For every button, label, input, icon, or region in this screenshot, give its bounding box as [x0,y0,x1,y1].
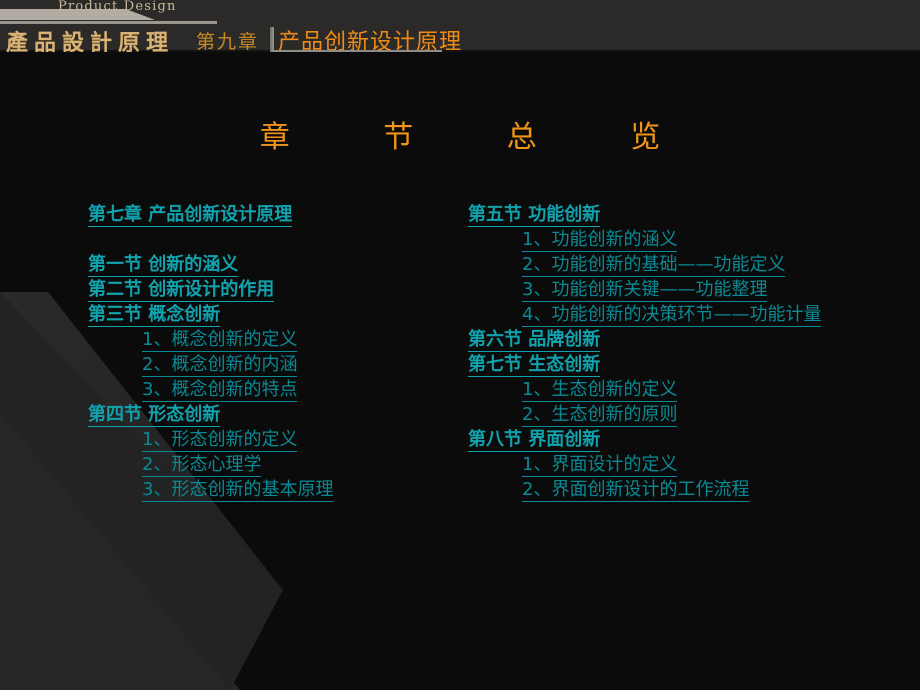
toc-item-label[interactable]: 第七节 生态创新 [468,353,601,377]
toc-subsection-item: 1、界面设计的定义 [468,452,908,477]
chapter-title: 产品创新设计原理 [278,30,463,52]
toc-subsection-item: 2、功能创新的基础——功能定义 [468,252,908,277]
toc-item-label[interactable]: 1、形态创新的定义 [142,428,298,452]
chapter-number: 第九章 [196,31,260,52]
toc-subsection-item: 2、界面创新设计的工作流程 [468,477,908,502]
product-design-label: Product Design [58,0,177,14]
toc-item-label[interactable]: 3、概念创新的特点 [142,378,298,402]
toc-subsection-item: 3、概念创新的特点 [88,377,468,402]
toc-subsection-item: 3、形态创新的基本原理 [88,477,468,502]
toc-section-item: 第八节 界面创新 [468,427,908,452]
toc-item-label[interactable]: 第四节 形态创新 [88,403,221,427]
toc-subsection-item: 3、功能创新关键——功能整理 [468,277,908,302]
toc-item-label[interactable]: 第一节 创新的涵义 [88,253,239,277]
toc-item-label[interactable]: 2、界面创新设计的工作流程 [522,478,750,502]
header-divider [270,27,274,52]
toc-item-label[interactable]: 第八节 界面创新 [468,428,601,452]
toc-chapter-heading: 第七章 产品创新设计原理 [88,202,468,227]
toc-subsection-item: 4、功能创新的决策环节——功能计量 [468,302,908,327]
toc-subsection-item: 2、生态创新的原则 [468,402,908,427]
toc-section-item: 第六节 品牌创新 [468,327,908,352]
toc-section-item: 第七节 生态创新 [468,352,908,377]
course-title: 產品設計原理 [6,30,175,52]
toc-subsection-item: 1、生态创新的定义 [468,377,908,402]
toc-item-label[interactable]: 2、形态心理学 [142,453,262,477]
toc-item-label[interactable]: 3、形态创新的基本原理 [142,478,334,502]
toc-spacer [88,227,468,252]
toc-left-column: 第七章 产品创新设计原理 第一节 创新的涵义 第二节 创新设计的作用 第三节 概念创新… [88,202,468,502]
toc-right-column: 第五节 功能创新 1、功能创新的涵义 2、功能创新的基础——功能定义 3、功能创新关键… [468,202,908,502]
header-banner-underbar [0,21,217,24]
toc-subsection-item: 1、概念创新的定义 [88,327,468,352]
toc-section-item: 第三节 概念创新 [88,302,468,327]
toc-subsection-item: 1、功能创新的涵义 [468,227,908,252]
toc-item-label[interactable]: 1、生态创新的定义 [522,378,678,402]
toc-item-label[interactable]: 3、功能创新关键——功能整理 [522,278,768,302]
toc-item-label[interactable]: 4、功能创新的决策环节——功能计量 [522,303,822,327]
toc-item-label[interactable]: 1、界面设计的定义 [522,453,678,477]
toc-section-item: 第四节 形态创新 [88,402,468,427]
slide-header: Product Design 產品設計原理 第九章 产品创新设计原理 [0,0,920,52]
toc-item-label[interactable]: 1、概念创新的定义 [142,328,298,352]
toc-item-label[interactable]: 2、功能创新的基础——功能定义 [522,253,786,277]
toc-subsection-item: 2、概念创新的内涵 [88,352,468,377]
toc-subsection-item: 2、形态心理学 [88,452,468,477]
toc-subsection-item: 1、形态创新的定义 [88,427,468,452]
toc-item-label[interactable]: 1、功能创新的涵义 [522,228,678,252]
toc-section-item: 第一节 创新的涵义 [88,252,468,277]
toc-item-label[interactable]: 第五节 功能创新 [468,203,601,227]
toc-item-label[interactable]: 第六节 品牌创新 [468,328,601,352]
toc-section-item: 第二节 创新设计的作用 [88,277,468,302]
chapter-title-underline [272,50,442,52]
toc-item-label[interactable]: 第二节 创新设计的作用 [88,278,275,302]
toc-item-label[interactable]: 第七章 产品创新设计原理 [88,203,293,227]
toc-item-label[interactable]: 2、生态创新的原则 [522,403,678,427]
toc-section-item: 第五节 功能创新 [468,202,908,227]
page-title: 章 节 总 览 [259,120,703,155]
toc-item-label[interactable]: 2、概念创新的内涵 [142,353,298,377]
toc-item-label[interactable]: 第三节 概念创新 [88,303,221,327]
